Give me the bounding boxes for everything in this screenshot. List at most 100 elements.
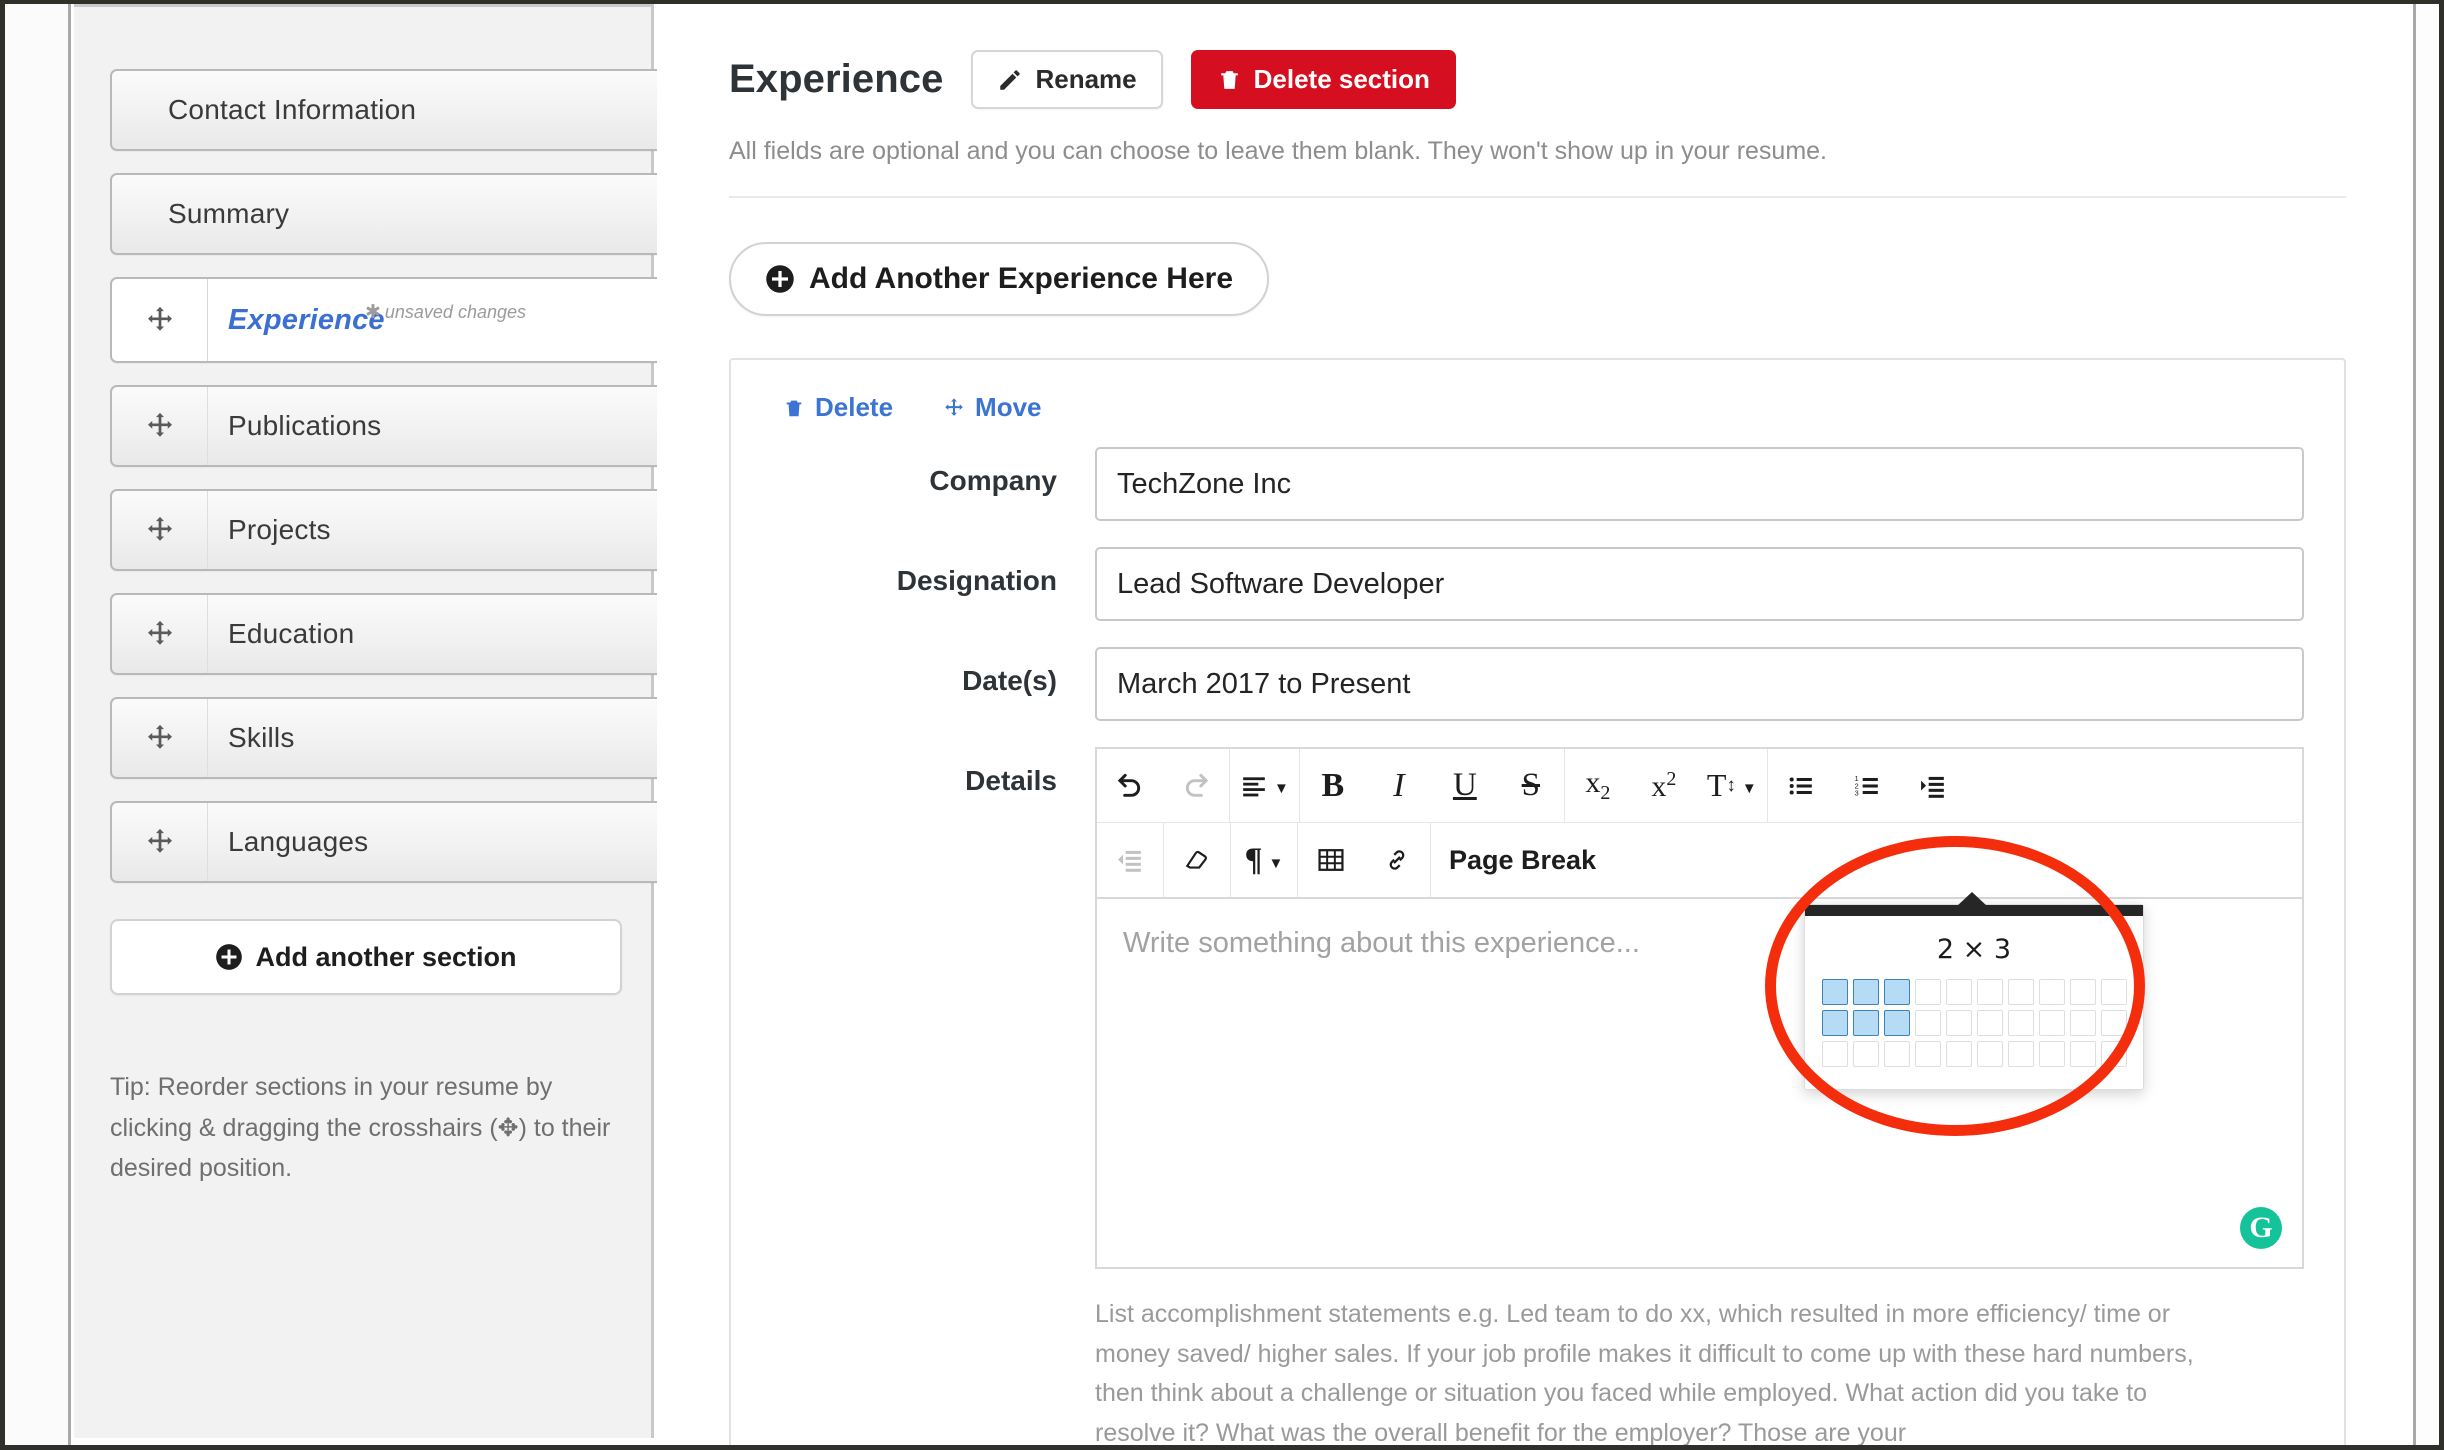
toolbar-group: Page Break xyxy=(1431,823,1614,897)
chevron-down-icon: ▼ xyxy=(1274,780,1289,797)
table-size-cell[interactable] xyxy=(1976,1010,2003,1036)
sidebar-item-label: Summary xyxy=(168,198,290,229)
sidebar-item-projects[interactable]: Projects xyxy=(110,489,696,571)
strikethrough-icon[interactable]: S xyxy=(1498,749,1564,822)
add-another-experience-label: Add Another Experience Here xyxy=(809,262,1233,295)
undo-icon[interactable] xyxy=(1097,749,1163,822)
table-size-cell[interactable] xyxy=(1914,1041,1941,1067)
table-size-cell[interactable] xyxy=(1976,979,2003,1005)
table-size-cell[interactable] xyxy=(2007,1041,2034,1067)
details-help-text: List accomplishment statements e.g. Led … xyxy=(1095,1300,2194,1445)
move-crosshair-icon[interactable] xyxy=(112,491,208,569)
table-picker-titlebar xyxy=(1805,892,2143,916)
table-size-cell[interactable] xyxy=(1852,1041,1879,1067)
table-size-cell[interactable] xyxy=(2069,979,2096,1005)
sidebar-item-publications[interactable]: Publications xyxy=(110,385,696,467)
table-size-cell[interactable] xyxy=(1852,1010,1879,1036)
table-size-cell[interactable] xyxy=(2069,1041,2096,1067)
sidebar-item-contact-information[interactable]: Contact Information xyxy=(110,69,696,151)
table-size-cell[interactable] xyxy=(1914,1010,1941,1036)
text-size-icon[interactable]: T ↕ ▼ xyxy=(1697,749,1767,822)
table-size-cell[interactable] xyxy=(1976,1041,2003,1067)
sidebar-item-label: Experience xyxy=(228,303,385,336)
numbered-list-icon[interactable]: 123 xyxy=(1834,749,1900,822)
table-size-cell[interactable] xyxy=(1821,979,1848,1005)
move-crosshair-icon[interactable] xyxy=(112,279,208,361)
experience-entry-card: Delete Move Company TechZone Inc Designa… xyxy=(729,358,2346,1445)
table-size-cell[interactable] xyxy=(2038,1041,2065,1067)
table-size-cell[interactable] xyxy=(1883,1010,1910,1036)
italic-icon[interactable]: I xyxy=(1366,749,1432,822)
table-size-cell[interactable] xyxy=(1821,1041,1848,1067)
table-size-cell[interactable] xyxy=(2007,1010,2034,1036)
table-size-cell[interactable] xyxy=(1945,1010,1972,1036)
add-another-section-label: Add another section xyxy=(255,941,517,972)
table-size-picker-popup[interactable]: 2 × 3 xyxy=(1804,892,2144,1090)
entry-delete-button[interactable]: Delete xyxy=(783,392,893,423)
dates-input[interactable] xyxy=(1095,647,2304,721)
table-size-cell[interactable] xyxy=(1945,979,1972,1005)
toolbar-group: ¶ ▼ xyxy=(1231,823,1298,897)
link-icon[interactable] xyxy=(1364,823,1430,897)
indent-increase-icon[interactable] xyxy=(1900,749,1966,822)
table-size-cell[interactable] xyxy=(2007,979,2034,1005)
table-size-cell[interactable] xyxy=(2100,979,2127,1005)
underline-icon[interactable]: U xyxy=(1432,749,1498,822)
sidebar-item-label: Projects xyxy=(228,514,331,545)
dates-field-row: Date(s) xyxy=(765,647,2304,721)
clear-format-eraser-icon[interactable] xyxy=(1164,823,1230,897)
section-subnote: All fields are optional and you can choo… xyxy=(729,137,1827,165)
indent-decrease-icon[interactable] xyxy=(1097,823,1163,897)
sidebar-item-summary[interactable]: Summary xyxy=(110,173,696,255)
table-size-cell[interactable] xyxy=(2038,1010,2065,1036)
table-icon[interactable] xyxy=(1298,823,1364,897)
table-size-cell[interactable] xyxy=(2100,1010,2127,1036)
table-size-cell[interactable] xyxy=(2100,1041,2127,1067)
details-label: Details xyxy=(965,765,1057,796)
table-size-cell[interactable] xyxy=(2069,1010,2096,1036)
superscript-icon[interactable]: x2 xyxy=(1631,749,1697,822)
sidebar-item-skills[interactable]: Skills xyxy=(110,697,696,779)
table-size-cell[interactable] xyxy=(1852,979,1879,1005)
right-gutter xyxy=(2413,4,2439,1445)
move-crosshair-icon[interactable] xyxy=(112,699,208,777)
company-input[interactable] xyxy=(1095,447,2304,521)
trash-icon xyxy=(1217,67,1242,92)
grammarly-icon[interactable]: G xyxy=(2240,1207,2282,1249)
rename-label: Rename xyxy=(1035,64,1137,94)
bold-icon[interactable]: B xyxy=(1300,749,1366,822)
add-another-section-button[interactable]: Add another section xyxy=(110,919,622,995)
table-size-cell[interactable] xyxy=(2038,979,2065,1005)
sidebar-item-label: Education xyxy=(228,618,355,649)
trash-icon xyxy=(783,397,805,419)
table-size-cell[interactable] xyxy=(1883,979,1910,1005)
designation-input[interactable] xyxy=(1095,547,2304,621)
plus-circle-icon xyxy=(215,943,243,971)
table-size-cell[interactable] xyxy=(1914,979,1941,1005)
rename-button[interactable]: Rename xyxy=(971,50,1163,109)
paragraph-icon[interactable]: ¶ ▼ xyxy=(1231,823,1297,897)
add-another-experience-button[interactable]: Add Another Experience Here xyxy=(729,242,1269,316)
sidebar-item-label: Skills xyxy=(228,722,295,753)
sidebar-item-experience[interactable]: Experience ✱ unsaved changes xyxy=(110,277,696,363)
move-crosshair-icon[interactable] xyxy=(112,595,208,673)
move-crosshair-icon[interactable] xyxy=(112,803,208,881)
sidebar-item-languages[interactable]: Languages xyxy=(110,801,696,883)
page-break-button[interactable]: Page Break xyxy=(1431,823,1614,897)
align-icon[interactable]: ▼ xyxy=(1230,749,1299,822)
table-size-cell[interactable] xyxy=(1945,1041,1972,1067)
left-gutter xyxy=(5,4,71,1445)
sidebar-item-education[interactable]: Education xyxy=(110,593,696,675)
unsaved-changes-label: unsaved changes xyxy=(384,302,526,322)
table-size-cell[interactable] xyxy=(1883,1041,1910,1067)
entry-move-button[interactable]: Move xyxy=(943,392,1042,423)
redo-icon[interactable] xyxy=(1163,749,1229,822)
delete-section-button[interactable]: Delete section xyxy=(1190,50,1456,109)
subscript-icon[interactable]: x2 xyxy=(1565,749,1631,822)
table-size-grid[interactable] xyxy=(1805,979,2143,1089)
bullet-list-icon[interactable] xyxy=(1768,749,1834,822)
table-size-cell[interactable] xyxy=(1821,1010,1848,1036)
move-crosshair-icon[interactable] xyxy=(112,387,208,465)
toolbar-group xyxy=(1097,823,1164,897)
table-size-label: 2 × 3 xyxy=(1936,934,2012,965)
